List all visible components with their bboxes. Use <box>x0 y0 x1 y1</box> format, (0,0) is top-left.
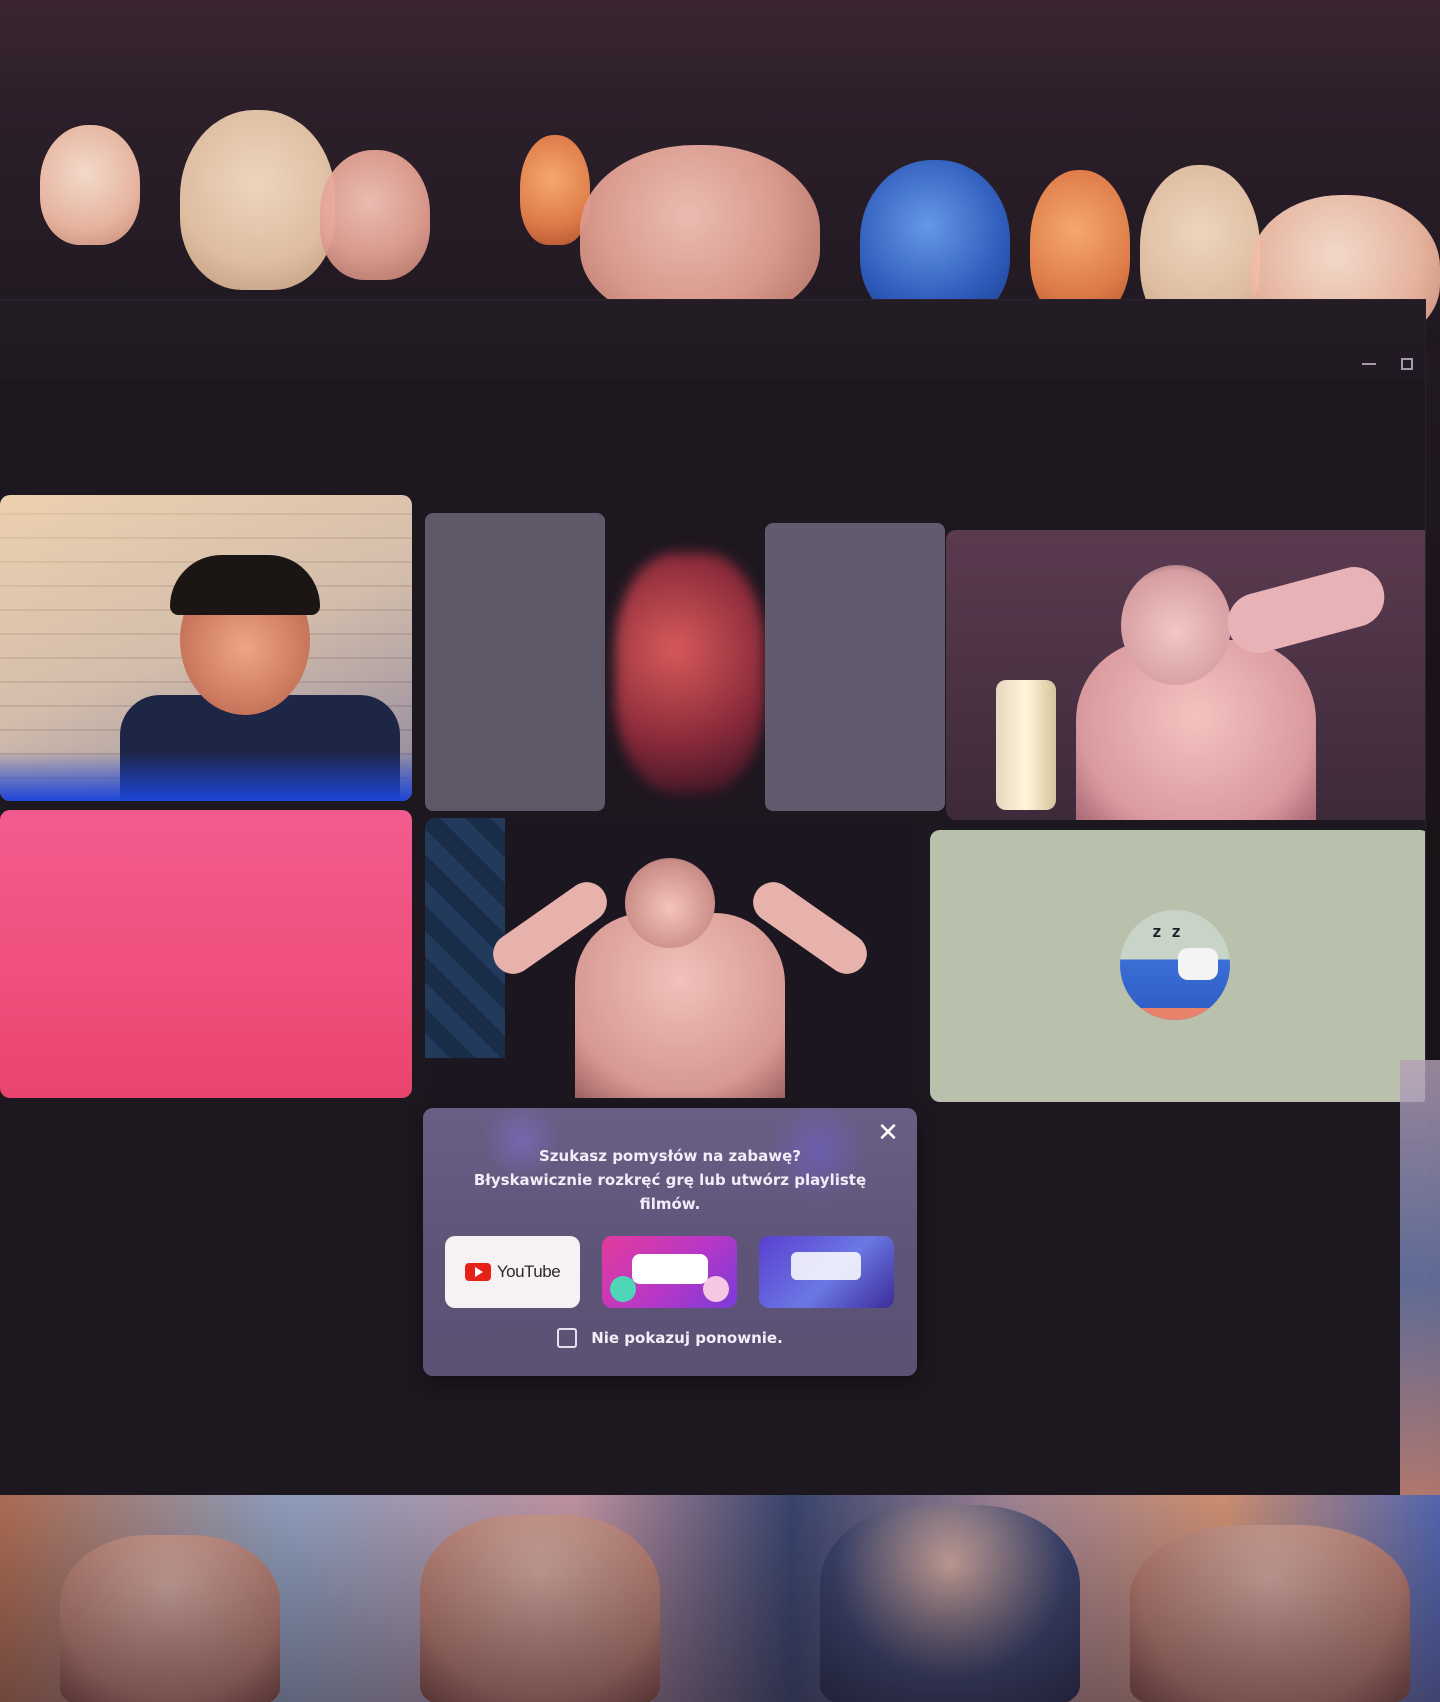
dont-show-again-row[interactable]: Nie pokazuj ponownie. <box>423 1328 917 1348</box>
bed-icon <box>1120 1008 1230 1020</box>
popup-title-line2: Błyskawicznie rozkręć grę lub utwórz pla… <box>473 1171 867 1213</box>
rgb-light <box>0 751 412 801</box>
video-tile[interactable] <box>425 513 945 811</box>
video-placeholder <box>425 513 605 811</box>
activity-list: YouTube <box>445 1236 895 1310</box>
zzz-icon: z z <box>1152 922 1181 941</box>
wallpaper-face <box>580 145 820 320</box>
close-icon[interactable]: ✕ <box>875 1120 901 1146</box>
voice-call-window: z z ✕ Szukasz pomysłów na zabawę? Błyska… <box>0 300 1425 1495</box>
dont-show-checkbox[interactable] <box>557 1328 578 1348</box>
video-tile[interactable] <box>0 810 412 1098</box>
screen-photo: z z ✕ Szukasz pomysłów na zabawę? Błyska… <box>0 0 1440 1702</box>
desktop-wallpaper-top <box>0 0 1440 350</box>
gartic-phone-logo <box>632 1254 708 1284</box>
popup-title-line1: Szukasz pomysłów na zabawę? <box>539 1147 801 1165</box>
poker-night-logo <box>791 1252 861 1280</box>
blurred-video <box>615 553 765 793</box>
popup-title: Szukasz pomysłów na zabawę? Błyskawiczni… <box>453 1144 887 1216</box>
video-tile[interactable] <box>946 530 1425 820</box>
activities-popup: ✕ Szukasz pomysłów na zabawę? Błyskawicz… <box>423 1108 917 1376</box>
activity-youtube[interactable]: YouTube <box>445 1236 580 1308</box>
desktop-wallpaper-edge <box>1400 1060 1440 1500</box>
window-controls <box>1361 356 1415 372</box>
video-placeholder <box>765 523 945 811</box>
activity-label: YouTube <box>496 1262 561 1281</box>
dont-show-label: Nie pokazuj ponownie. <box>591 1329 783 1347</box>
headset-cap <box>170 555 320 615</box>
wallpaper-face <box>180 110 335 290</box>
wallpaper-shade <box>0 1495 1440 1702</box>
youtube-play-icon <box>464 1263 491 1281</box>
participant-arm <box>1220 560 1392 660</box>
minimize-button[interactable] <box>1361 356 1377 372</box>
minimize-icon <box>1362 363 1376 365</box>
character-icon <box>703 1276 729 1302</box>
pillow-icon <box>1178 948 1218 980</box>
wallpaper-face <box>1030 170 1130 320</box>
wallpaper-face <box>40 125 140 245</box>
video-tile[interactable]: z z <box>930 830 1425 1102</box>
acoustic-foam <box>425 818 505 1058</box>
wallpaper-face <box>320 150 430 280</box>
participant-face <box>625 858 715 948</box>
energy-drink-can <box>996 680 1056 810</box>
participant-face <box>1121 565 1231 685</box>
maximize-button[interactable] <box>1399 356 1415 372</box>
maximize-icon <box>1401 358 1413 370</box>
video-tile[interactable] <box>0 495 412 801</box>
video-tile[interactable] <box>425 818 915 1098</box>
title-bar <box>0 300 1425 380</box>
activity-gartic-phone[interactable] <box>602 1236 737 1308</box>
desktop-wallpaper-bottom <box>0 1495 1440 1702</box>
activity-poker-night[interactable] <box>759 1236 894 1308</box>
sleeping-avatar-icon: z z <box>1120 910 1230 1020</box>
